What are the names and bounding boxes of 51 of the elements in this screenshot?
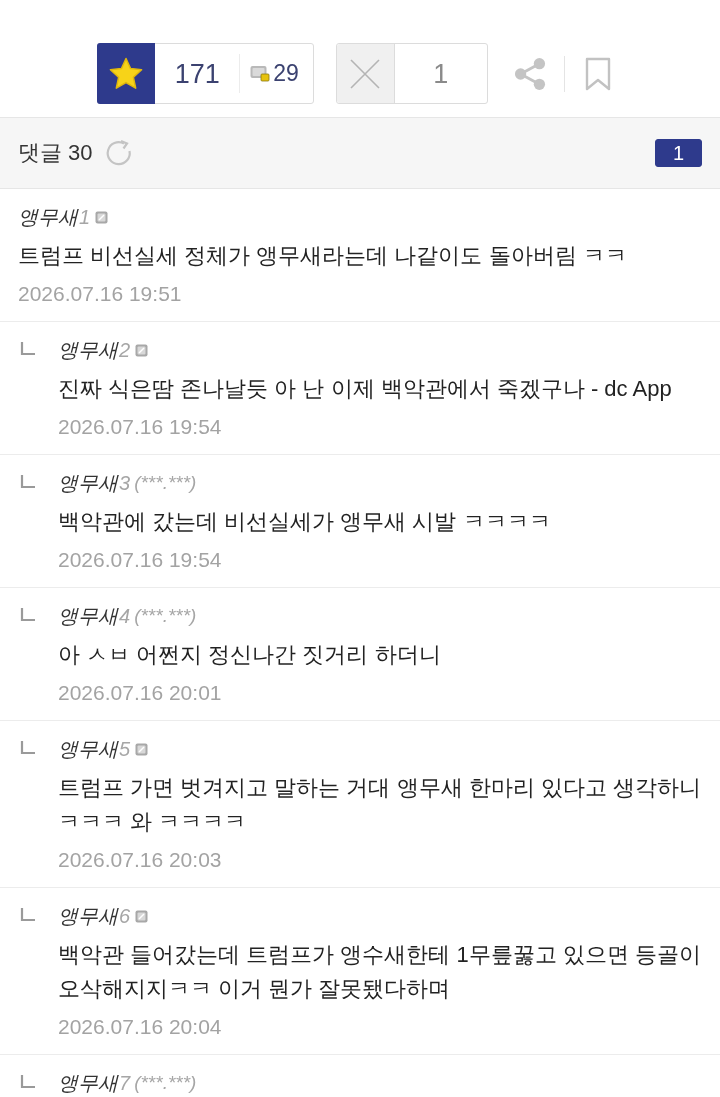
nickname-number: 4 bbox=[119, 605, 131, 627]
card-badge-icon bbox=[250, 65, 271, 82]
nickname: 앵무새 bbox=[58, 1072, 118, 1094]
recommend-button[interactable] bbox=[97, 43, 156, 104]
nickname-number: 5 bbox=[119, 738, 131, 760]
comment-text: 백악관에 갔는데 비선실세가 앵무새 시발 ㅋㅋㅋㅋ bbox=[58, 508, 552, 536]
reply-corner-icon bbox=[20, 475, 36, 489]
share-button[interactable] bbox=[513, 56, 546, 91]
reply-corner-icon bbox=[20, 608, 36, 622]
comment-date: 2026.07.16 20:04 bbox=[58, 1014, 223, 1040]
dislike-button[interactable] bbox=[336, 44, 395, 103]
fixed-recommend-count: 29 bbox=[273, 60, 299, 87]
recommend-count: 171 bbox=[174, 57, 220, 90]
nickname-number: 3 bbox=[119, 472, 131, 494]
nickname: 앵무새 bbox=[58, 738, 118, 760]
nickname: 앵무새 bbox=[58, 339, 118, 361]
bookmark-button[interactable] bbox=[584, 56, 611, 91]
reply-corner-icon bbox=[20, 342, 36, 356]
bookmark-icon bbox=[584, 56, 611, 91]
ip-address: (***.***) bbox=[134, 472, 197, 494]
page-button[interactable]: 1 bbox=[655, 139, 702, 167]
comment-date: 2026.07.16 19:51 bbox=[18, 281, 183, 307]
nickname: 앵무새 bbox=[58, 905, 118, 927]
comment-text: 트럼프 가면 벗겨지고 말하는 거대 앵무새 한마리 있다고 생각하니 ㅋㅋㅋ 와 ㅋㅋㅋㅋ bbox=[58, 774, 702, 836]
reply-corner-icon bbox=[20, 908, 36, 922]
nickname-number: 6 bbox=[119, 905, 131, 927]
ip-address: (***.***) bbox=[134, 605, 197, 627]
nickname-number: 7 bbox=[119, 1072, 131, 1094]
nickname: 앵무새 bbox=[58, 472, 118, 494]
comment-text: 아 ㅅㅂ 어쩐지 정신나간 짓거리 하더니 bbox=[58, 641, 442, 669]
reply-corner-icon bbox=[20, 741, 36, 755]
nickname-number: 1 bbox=[79, 206, 91, 228]
comment-date: 2026.07.16 20:03 bbox=[58, 847, 223, 873]
comment-text: 진짜 식은땀 존나날듯 아 난 이제 백악관에서 죽겠구나 - dc App bbox=[58, 375, 673, 403]
comment-text: 백악관 들어갔는데 트럼프가 앵수새한테 1무릎꿇고 있으면 등골이 오삭해지지ㅋㅋ 이거 뭔가 잘못됐다하며 bbox=[58, 941, 702, 1003]
comment-count-label: 댓글 30 bbox=[18, 139, 93, 167]
star-icon bbox=[108, 56, 145, 91]
reply-corner-icon bbox=[20, 1075, 36, 1089]
comment-date: 2026.07.16 19:54 bbox=[58, 547, 223, 573]
comment-text: 트럼프 비선실세 정체가 앵무새라는데 나같이도 돌아버림 ㅋㅋ bbox=[18, 242, 628, 270]
nickname: 앵무새 bbox=[18, 206, 78, 228]
x-mark-icon bbox=[350, 58, 381, 89]
nickname: 앵무새 bbox=[58, 605, 118, 627]
ip-address: (***.***) bbox=[134, 1072, 197, 1094]
nickname-number: 2 bbox=[119, 339, 131, 361]
refresh-icon bbox=[104, 139, 133, 167]
dislike-count: 1 bbox=[433, 57, 449, 90]
comment-date: 2026.07.16 20:01 bbox=[58, 680, 223, 706]
comment-date: 2026.07.16 19:54 bbox=[58, 414, 223, 440]
refresh-button[interactable] bbox=[104, 139, 133, 167]
share-icon bbox=[513, 56, 546, 91]
